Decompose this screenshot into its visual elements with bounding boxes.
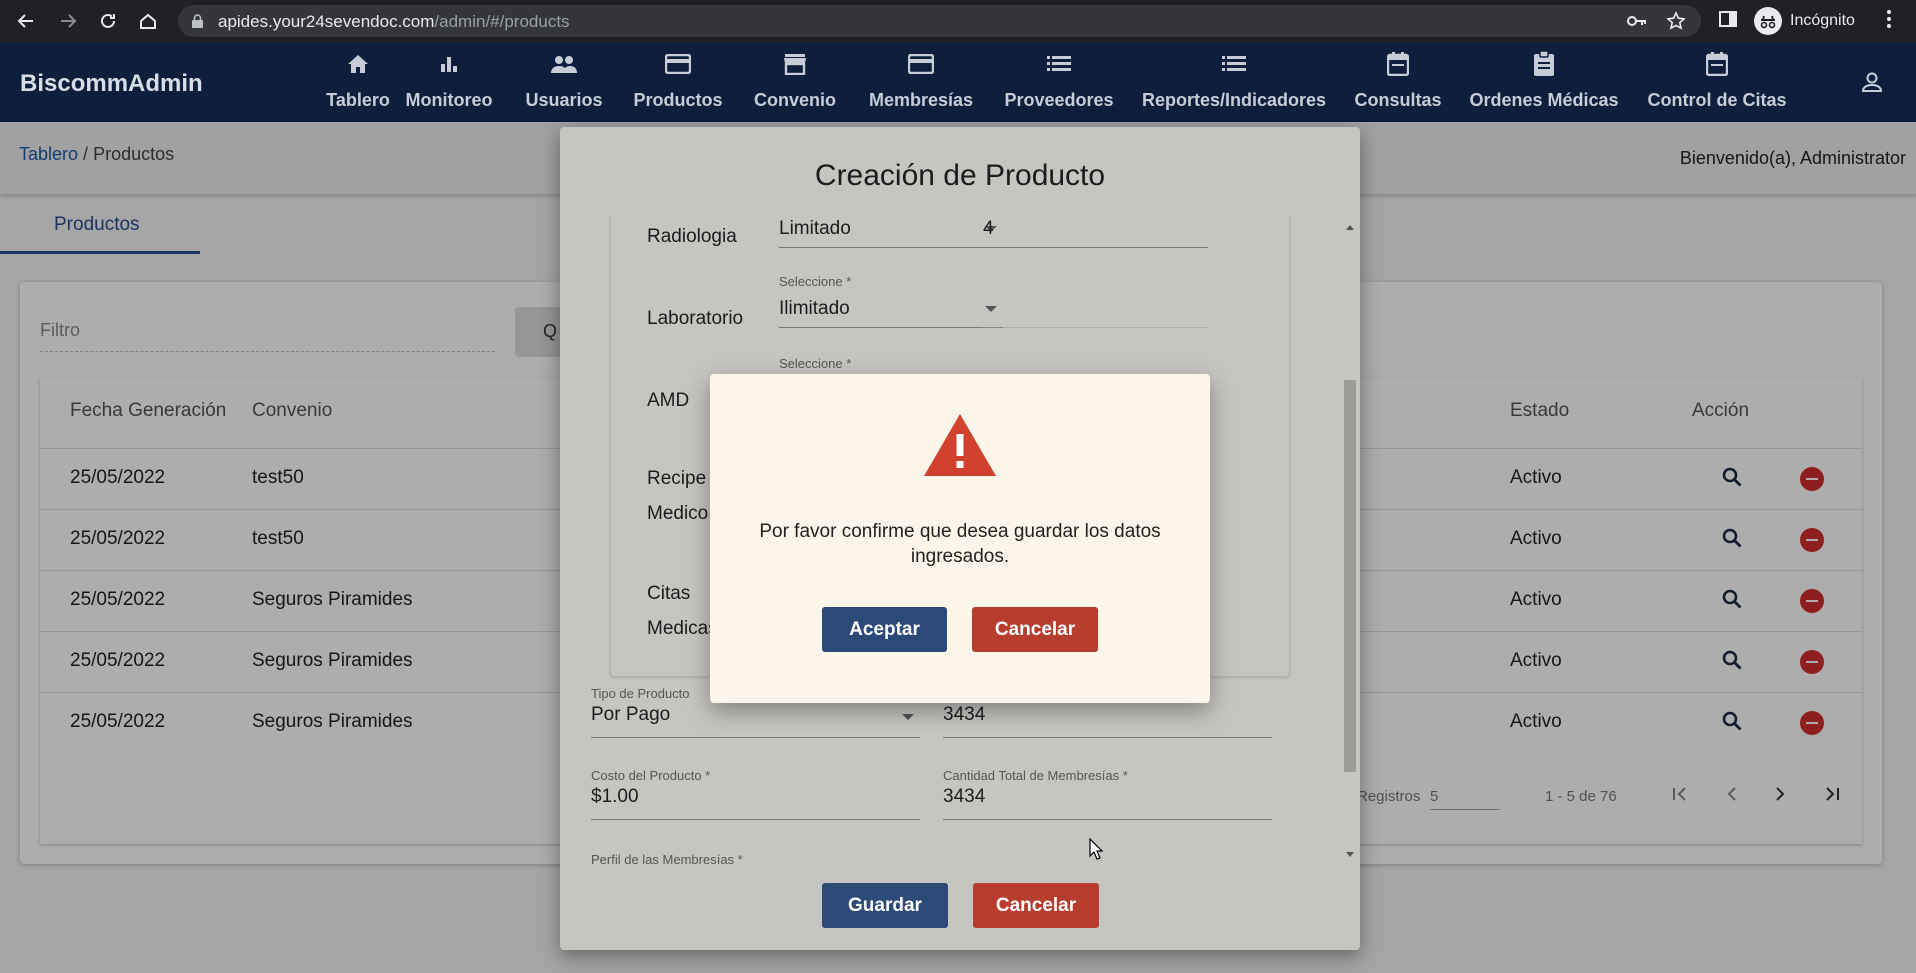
save-button[interactable]: Guardar (822, 883, 948, 928)
service-label-amd: AMD (647, 390, 690, 411)
calendar-icon (1387, 50, 1409, 78)
costo-input[interactable]: $1.00 (591, 786, 920, 820)
radiologia-qty-input[interactable]: 4 (983, 218, 1208, 248)
modal-scrollbar[interactable] (1342, 217, 1358, 865)
address-bar[interactable]: apides.your24sevendoc.com/admin/#/produc… (178, 5, 1701, 37)
nav-reportes[interactable]: Reportes/Indicadores (1142, 42, 1326, 122)
store-icon (783, 50, 807, 78)
cantidad-label: Cantidad Total de Membresías * (943, 768, 1128, 783)
account-icon[interactable] (1860, 70, 1884, 99)
calendar-icon (1706, 50, 1728, 78)
service-label-citas: Citas (647, 583, 691, 604)
reload-icon[interactable] (94, 7, 122, 35)
service-label-laboratorio: Laboratorio (647, 308, 744, 329)
dialog-cancel-button[interactable]: Cancelar (972, 607, 1098, 652)
accept-button[interactable]: Aceptar (822, 607, 947, 652)
nav-membresias[interactable]: Membresías (869, 42, 973, 122)
key-icon[interactable] (1627, 13, 1647, 34)
more-vert-icon[interactable] (1886, 9, 1892, 34)
nav-tablero[interactable]: Tablero (325, 42, 391, 122)
nav-ordenes-medicas[interactable]: Ordenes Médicas (1469, 42, 1619, 122)
mouse-cursor-icon (1089, 837, 1104, 865)
tipo-producto-label: Tipo de Producto (591, 686, 690, 701)
nav-productos[interactable]: Productos (634, 42, 723, 122)
perfil-label: Perfil de las Membresías * (591, 852, 743, 865)
cancel-button[interactable]: Cancelar (973, 883, 1099, 928)
scroll-up-icon[interactable] (1346, 225, 1354, 230)
incognito-icon (1754, 7, 1782, 35)
app-header: BiscommAdmin Tablero Monitoreo Usuarios … (0, 42, 1916, 122)
confirm-message: Por favor confirme que desea guardar los… (759, 521, 1161, 567)
laboratorio-qty-input[interactable] (983, 298, 1208, 328)
clipboard-icon (1533, 50, 1555, 78)
side-panel-icon[interactable] (1718, 9, 1738, 34)
cantidad-input[interactable]: 3434 (943, 786, 1272, 820)
nav-convenio[interactable]: Convenio (754, 42, 836, 122)
tipo-producto-select[interactable]: Por Pago (591, 704, 920, 738)
modal-title: Creación de Producto (814, 159, 1106, 192)
costo-label: Costo del Producto * (591, 768, 711, 783)
card-icon (908, 50, 934, 78)
nav-monitoreo[interactable]: Monitoreo (406, 42, 493, 122)
back-icon[interactable] (12, 7, 40, 35)
star-icon[interactable] (1666, 11, 1686, 36)
scroll-thumb[interactable] (1344, 380, 1356, 772)
confirm-dialog: Por favor confirme que desea guardar los… (710, 374, 1210, 703)
nav-control-citas[interactable]: Control de Citas (1648, 42, 1787, 122)
service-label-radiologia: Radiologia (647, 226, 737, 247)
browser-chrome: apides.your24sevendoc.com/admin/#/produc… (0, 0, 1916, 42)
warning-icon (922, 412, 998, 483)
home-icon[interactable] (134, 7, 162, 35)
tipo-right-input[interactable]: 3434 (943, 704, 1272, 738)
nav-usuarios[interactable]: Usuarios (525, 42, 603, 122)
service-label-recipe: Recipe (647, 468, 707, 489)
scroll-down-icon[interactable] (1346, 852, 1354, 857)
incognito-label: Incógnito (1790, 12, 1855, 29)
brand-logo[interactable]: BiscommAdmin (20, 70, 203, 98)
dropdown-caret-icon (902, 714, 914, 720)
url-text: apides.your24sevendoc.com/admin/#/produc… (218, 12, 570, 31)
people-icon (549, 50, 579, 78)
nav-proveedores[interactable]: Proveedores (1004, 42, 1114, 122)
nav-consultas[interactable]: Consultas (1355, 42, 1442, 122)
radiologia-select[interactable]: Limitado (779, 218, 1003, 248)
incognito-indicator[interactable]: Incógnito (1754, 5, 1855, 37)
bar-chart-icon (439, 50, 459, 78)
list-icon (1222, 50, 1246, 78)
lock-icon (192, 14, 203, 33)
home-icon (346, 50, 370, 78)
list-icon (1047, 50, 1071, 78)
forward-icon[interactable] (54, 7, 82, 35)
card-icon (665, 50, 691, 78)
laboratorio-select[interactable]: Ilimitado (779, 298, 1003, 328)
